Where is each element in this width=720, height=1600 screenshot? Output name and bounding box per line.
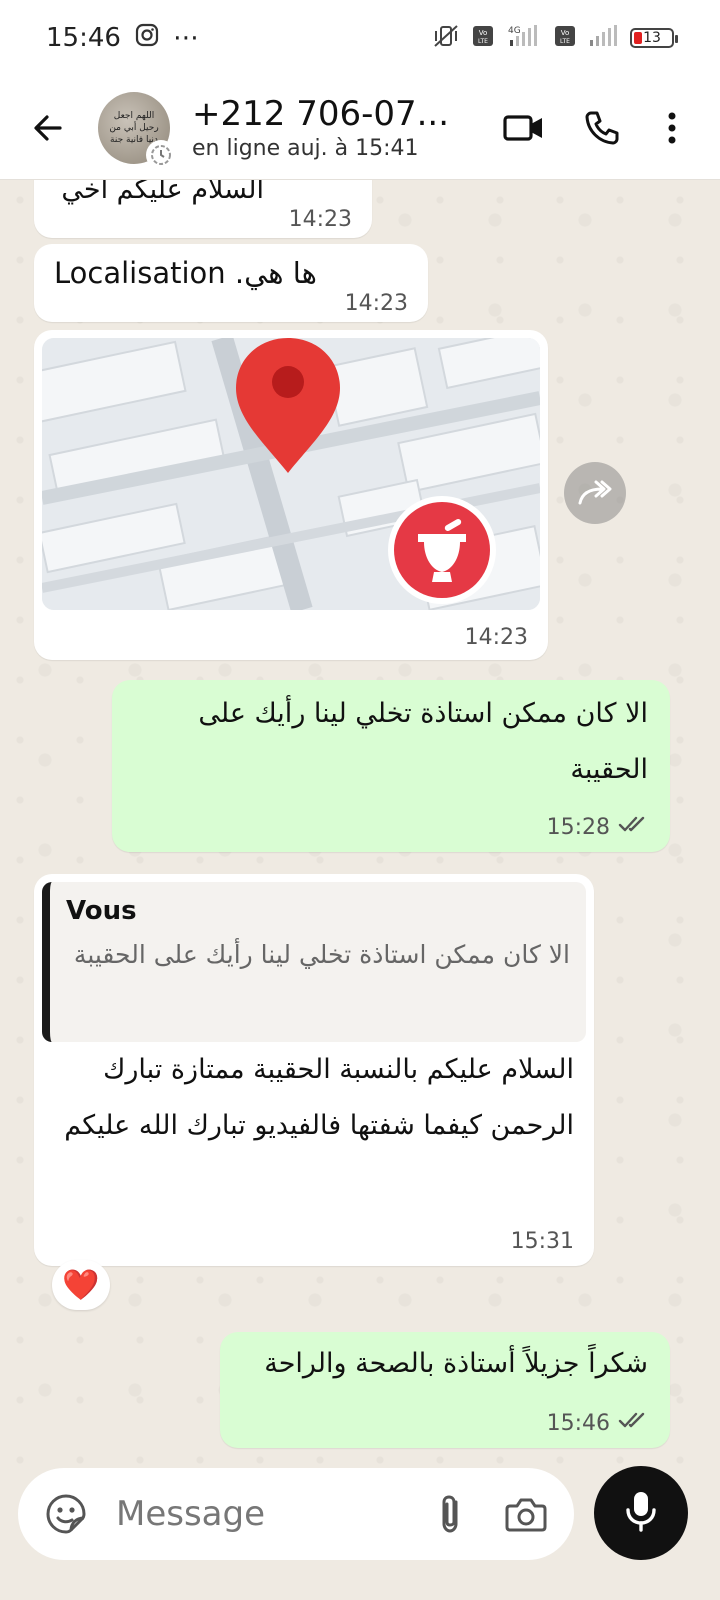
- chat-header: اللهم اجعل رحيل أبي من دنيا فانية جنة +2…: [0, 76, 720, 180]
- last-seen: en ligne auj. à 15:41: [192, 136, 419, 161]
- status-bar: 15:46 ⋯ Vo LTE 4G Vo LTE 13: [0, 0, 720, 76]
- message-outgoing[interactable]: شكراً جزيلاً أستاذة بالصحة والراحة 15:46: [220, 1332, 670, 1448]
- pharmacy-marker-icon: [388, 496, 496, 604]
- chat-area[interactable]: السلام عليكم أخي 14:23 ها هي. Localisati…: [0, 180, 720, 1470]
- message-text: ها هي. Localisation: [54, 256, 317, 290]
- message-time: 14:23: [465, 625, 528, 650]
- message-incoming-reply[interactable]: Vous الا كان ممكن استاذة تخلي لينا رأيك …: [34, 874, 594, 1266]
- quoted-message[interactable]: Vous الا كان ممكن استاذة تخلي لينا رأيك …: [42, 882, 586, 1042]
- message-input[interactable]: Message: [116, 1494, 426, 1534]
- message-incoming[interactable]: السلام عليكم أخي 14:23: [34, 180, 372, 238]
- message-time-text: 15:31: [510, 1229, 574, 1254]
- svg-text:Vo: Vo: [479, 29, 488, 37]
- message-time: 15:28: [547, 814, 650, 840]
- attach-icon[interactable]: [426, 1490, 474, 1538]
- quote-text: الا كان ممكن استاذة تخلي لينا رأيك على ا…: [73, 940, 570, 969]
- volte-icon: Vo LTE: [472, 25, 494, 52]
- contact-name: +212 706-07...: [192, 94, 450, 134]
- quote-author: Vous: [66, 896, 137, 926]
- message-incoming[interactable]: ها هي. Localisation 14:23: [34, 244, 428, 322]
- voice-record-button[interactable]: [594, 1466, 688, 1560]
- vibrate-off-icon: [432, 24, 460, 53]
- more-options-icon[interactable]: [648, 104, 696, 152]
- message-location[interactable]: 14:23: [34, 330, 548, 660]
- read-receipt-icon: [618, 814, 650, 840]
- svg-text:LTE: LTE: [560, 38, 570, 45]
- message-time: 15:31: [511, 1229, 574, 1254]
- status-update-icon: [146, 139, 176, 170]
- message-time: 14:23: [289, 207, 352, 232]
- message-time: 15:46: [547, 1410, 650, 1436]
- message-time-text: 14:23: [344, 291, 408, 316]
- status-time: 15:46: [46, 23, 121, 53]
- back-arrow-icon[interactable]: [24, 104, 72, 152]
- heart-reaction-icon: ❤️: [62, 1267, 100, 1303]
- message-time: 14:23: [345, 291, 408, 316]
- reaction-badge[interactable]: ❤️: [52, 1260, 110, 1310]
- svg-text:Vo: Vo: [561, 29, 570, 37]
- svg-text:4G: 4G: [508, 26, 521, 36]
- sticker-emoji-icon[interactable]: [42, 1490, 90, 1538]
- message-composer[interactable]: Message: [18, 1468, 574, 1560]
- map-preview[interactable]: [42, 338, 540, 610]
- volte-icon-2: Vo LTE: [554, 25, 576, 52]
- message-outgoing[interactable]: الا كان ممكن استاذة تخلي لينا رأيك على ا…: [112, 680, 670, 852]
- more-notifications-icon: ⋯: [172, 23, 199, 53]
- voice-call-icon[interactable]: [578, 104, 626, 152]
- svg-text:LTE: LTE: [478, 38, 488, 45]
- video-call-icon[interactable]: [500, 104, 548, 152]
- read-receipt-icon: [618, 1410, 650, 1436]
- avatar[interactable]: اللهم اجعل رحيل أبي من دنيا فانية جنة: [98, 91, 176, 170]
- message-time-text: 14:23: [464, 625, 528, 650]
- message-time-text: 15:46: [546, 1410, 610, 1436]
- message-text: السلام عليكم بالنسبة الحقيبة ممتازة تبار…: [64, 1054, 574, 1141]
- message-time-text: 15:28: [546, 814, 610, 840]
- contact-title[interactable]: +212 706-07... en ligne auj. à 15:41: [192, 94, 470, 161]
- instagram-icon: [135, 23, 159, 54]
- camera-icon[interactable]: [502, 1490, 550, 1538]
- battery-icon: 13: [630, 28, 678, 48]
- message-time-text: 14:23: [288, 207, 352, 232]
- signal-4g-icon: 4G: [506, 24, 542, 53]
- message-text: الا كان ممكن استاذة تخلي لينا رأيك على ا…: [198, 698, 648, 785]
- battery-level: 13: [643, 30, 661, 46]
- forward-button[interactable]: [564, 462, 626, 524]
- microphone-icon: [624, 1489, 658, 1537]
- message-text: السلام عليكم أخي: [61, 180, 264, 205]
- message-text: شكراً جزيلاً أستاذة بالصحة والراحة: [264, 1348, 648, 1379]
- signal-icon: [588, 24, 618, 53]
